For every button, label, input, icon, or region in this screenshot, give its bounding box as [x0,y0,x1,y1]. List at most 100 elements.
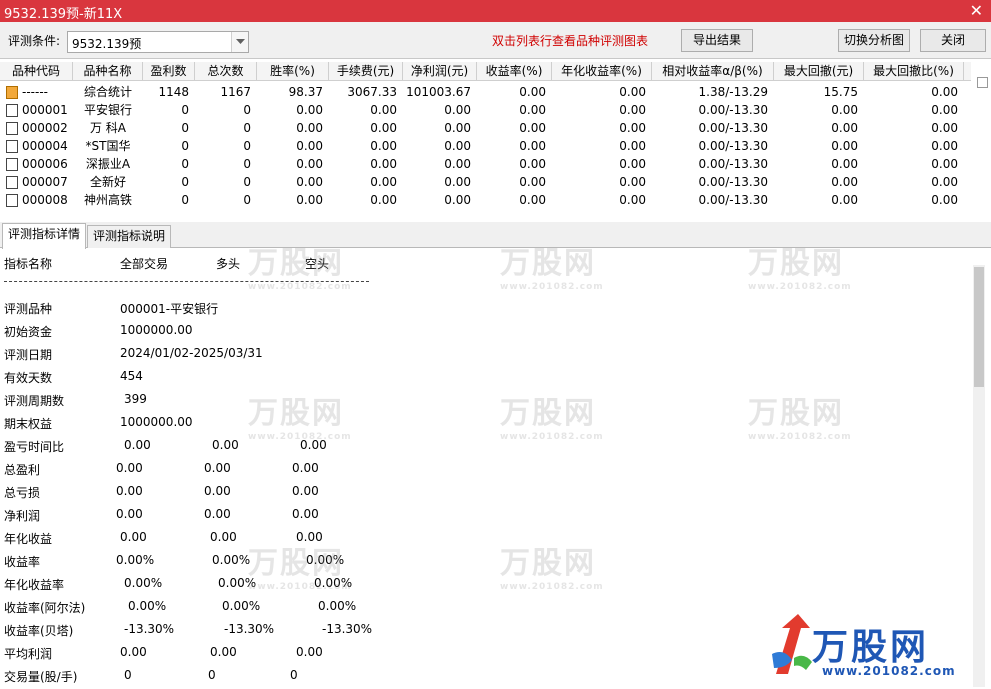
table-row[interactable]: 000006 深振业A 0 0 0.00 0.00 0.00 0.00 0.00 0.00/-13… [0,155,971,173]
column-header[interactable]: 盈利数 [143,62,195,81]
metric-value-short: 0 [290,668,298,682]
hint-text: 双击列表行查看品种评测图表 [492,34,649,48]
table-cell: 0.00 [619,103,646,117]
table-cell: 1148 [158,85,189,99]
column-header[interactable]: 品种名称 [73,62,143,81]
metric-value-all: 0.00 [116,507,143,521]
close-button[interactable]: 关闭 [920,29,986,52]
metric-value-short: 0.00% [306,553,345,567]
table-cell: 0 [181,121,189,135]
column-header[interactable]: 相对收益率α/β(%) [652,62,774,81]
metric-value-long: 0 [208,668,216,682]
table-cell: 0.00 [444,157,471,171]
column-header[interactable]: 最大回撤(元) [774,62,864,81]
table-cell: 000002 [22,121,68,135]
grid-header: 品种代码 品种名称 盈利数 总次数 胜率(%) 手续费(元) 净利润(元) 收益率(%) 年化收… [0,62,971,81]
table-cell: 0.00 [370,157,397,171]
info-label: 评测周期数 [4,394,65,408]
table-cell: 0.00 [931,139,958,153]
column-header[interactable]: 品种代码 [0,62,73,81]
table-cell: 0 [181,175,189,189]
info-value: 454 [120,369,143,383]
metric-value-all: 0.00 [120,530,147,544]
table-cell: 0 [243,139,251,153]
table-cell: 0.00 [444,103,471,117]
results-grid: 品种代码 品种名称 盈利数 总次数 胜率(%) 手续费(元) 净利润(元) 收益率(%) 年化收… [0,58,991,216]
metric-value-all: 0.00 [116,484,143,498]
column-header[interactable]: 净利润(元) [403,62,477,81]
summary-row[interactable]: ------ 综合统计 1148 1167 98.37 3067.33 101003.67 0… [0,83,971,101]
table-cell: 0.00 [370,103,397,117]
table-cell: 0.00/-13.30 [698,193,768,207]
metric-label: 平均利润 [4,647,53,661]
table-cell: 0.00 [519,85,546,99]
table-cell: 0 [243,121,251,135]
table-cell: 0.00 [619,175,646,189]
tab-indicator-description[interactable]: 评测指标说明 [87,225,172,248]
table-cell: 0.00 [370,175,397,189]
info-value: 2024/01/02-2025/03/31 [120,346,263,360]
condition-value: 9532.139预 [72,37,142,51]
column-header[interactable]: 总次数 [195,62,257,81]
scrollbar-thumb[interactable] [974,267,984,387]
logo-name: 万股网 [812,627,930,668]
table-cell: 0.00 [831,121,858,135]
column-header[interactable]: 年化收益率(%) [552,62,652,81]
metric-value-all: 0.00% [124,576,163,590]
table-cell: 1.38/-13.29 [698,85,768,99]
metric-value-short: 0.00 [296,645,323,659]
table-cell: 98.37 [288,85,323,99]
export-button[interactable]: 导出结果 [681,29,753,52]
metric-value-all: -13.30% [124,622,175,636]
info-label: 初始资金 [4,325,53,339]
metric-value-short: 0.00 [292,484,319,498]
table-cell: 3067.33 [347,85,397,99]
metric-label: 交易量(股/手) [4,670,78,684]
detail-header-all: 全部交易 [120,257,169,271]
table-cell: 000004 [22,139,68,153]
metric-label: 年化收益率 [4,578,65,592]
info-label: 有效天数 [4,371,53,385]
grid-scrollbar[interactable] [977,77,988,88]
table-cell: 0.00 [931,85,958,99]
table-row[interactable]: 000002 万 科A 0 0 0.00 0.00 0.00 0.00 0.00 0.00/-13… [0,119,971,137]
table-cell: 0.00 [444,175,471,189]
chevron-down-icon[interactable] [231,32,248,52]
switch-chart-button[interactable]: 切换分析图 [838,29,910,52]
table-row[interactable]: 000008 神州高铁 0 0 0.00 0.00 0.00 0.00 0.00 0.00/-13… [0,191,971,209]
column-header[interactable]: 最大回撤比(%) [864,62,964,81]
column-header[interactable]: 胜率(%) [257,62,329,81]
metric-value-long: 0.00 [204,507,231,521]
close-icon[interactable]: ✕ [970,1,983,20]
metric-value-short: -13.30% [322,622,373,636]
detail-header-long: 多头 [216,257,241,271]
table-cell: 深振业A [85,157,131,171]
column-header[interactable]: 收益率(%) [477,62,552,81]
detail-scrollbar[interactable] [973,265,985,687]
table-row[interactable]: 000001 平安银行 0 0 0.00 0.00 0.00 0.00 0.00 0.00/-13… [0,101,971,119]
table-cell: 0.00 [931,121,958,135]
table-cell: 15.75 [823,85,858,99]
metric-value-all: 0 [124,668,132,682]
condition-select[interactable]: 9532.139预 [67,31,249,53]
table-row[interactable]: 000007 全新好 0 0 0.00 0.00 0.00 0.00 0.00 0.00/-13.… [0,173,971,191]
table-cell: 0 [181,103,189,117]
metric-value-all: 0.00 [120,645,147,659]
info-label: 评测日期 [4,348,53,362]
metric-value-long: 0.00 [204,461,231,475]
metric-value-long: 0.00% [212,553,251,567]
table-cell: 0.00 [444,121,471,135]
table-cell: 0.00/-13.30 [698,121,768,135]
table-cell: 0.00 [619,157,646,171]
info-value: 000001-平安银行 [120,302,219,316]
table-cell: 1167 [220,85,251,99]
column-header[interactable]: 手续费(元) [329,62,403,81]
table-cell: 0.00 [296,157,323,171]
table-row[interactable]: 000004 *ST国华 0 0 0.00 0.00 0.00 0.00 0.00 0.00/-1… [0,137,971,155]
tab-indicator-detail[interactable]: 评测指标详情 [2,223,87,249]
table-cell: 0.00 [296,103,323,117]
table-cell: 0.00 [296,139,323,153]
metric-label: 收益率(阿尔法) [4,601,86,615]
detail-separator [4,281,369,282]
metric-value-short: 0.00 [292,507,319,521]
